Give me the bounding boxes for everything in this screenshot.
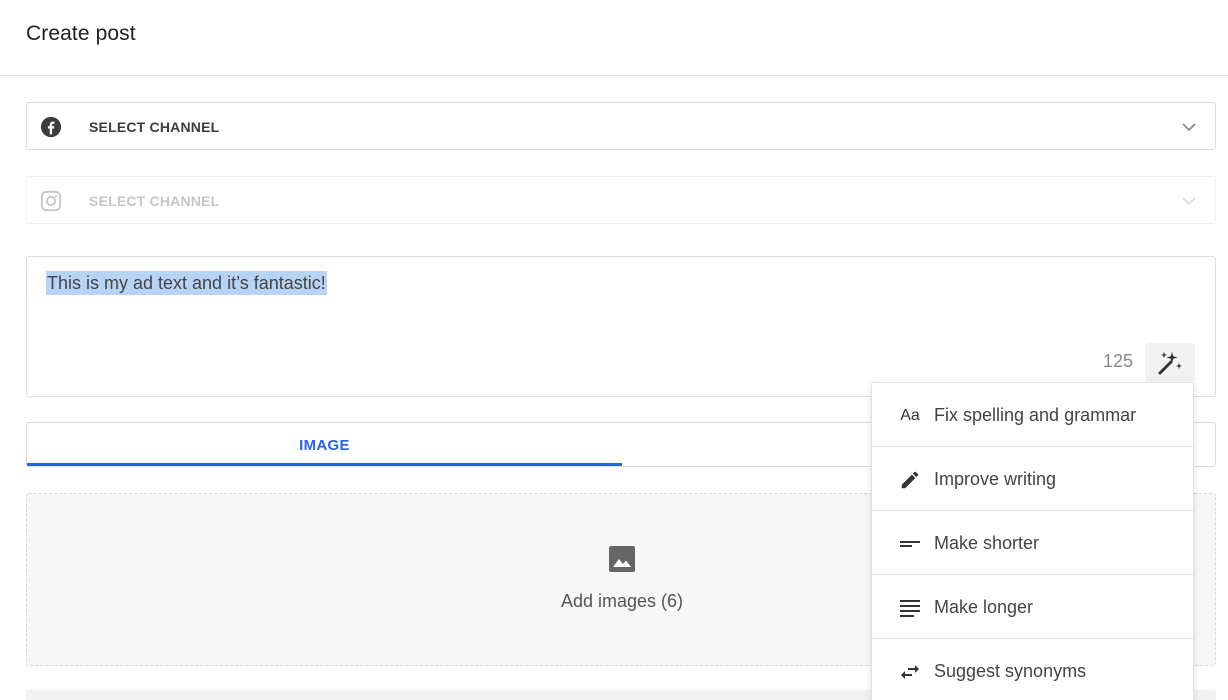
menu-item-label: Make shorter xyxy=(934,533,1040,553)
page-title: Create post xyxy=(26,22,136,45)
ad-text-selected[interactable]: This is my ad text and it’s fantastic! xyxy=(46,271,327,295)
chevron-down-icon xyxy=(1182,197,1196,206)
font-aa-glyph: Aa xyxy=(900,407,920,424)
menu-item-label: Fix spelling and grammar xyxy=(934,405,1137,425)
tab-image-label: IMAGE xyxy=(299,437,350,454)
long-text-icon xyxy=(898,596,922,620)
facebook-channel-label: SELECT CHANNEL xyxy=(89,119,220,135)
short-text-icon xyxy=(898,532,922,556)
menu-item-fix-spelling[interactable]: Aa Fix spelling and grammar xyxy=(872,383,1193,447)
instagram-channel-label: SELECT CHANNEL xyxy=(89,193,220,209)
swap-arrows-icon xyxy=(898,660,922,684)
menu-item-make-longer[interactable]: Make longer xyxy=(872,575,1193,639)
font-aa-icon: Aa xyxy=(898,404,922,428)
image-icon xyxy=(609,546,635,572)
chevron-down-icon xyxy=(1182,123,1196,132)
facebook-channel-select[interactable]: SELECT CHANNEL xyxy=(26,102,1216,150)
character-count: 125 xyxy=(1102,351,1133,371)
facebook-icon xyxy=(40,116,62,138)
tab-image[interactable]: IMAGE xyxy=(27,423,622,466)
menu-item-label: Improve writing xyxy=(934,469,1057,489)
instagram-channel-select: SELECT CHANNEL xyxy=(26,176,1216,224)
ai-assist-button[interactable] xyxy=(1145,343,1195,381)
menu-item-label: Suggest synonyms xyxy=(934,661,1087,681)
magic-wand-sparkles-icon xyxy=(1158,352,1182,375)
menu-item-label: Make longer xyxy=(934,597,1034,617)
page-header: Create post xyxy=(0,0,1228,76)
ad-text-editor[interactable]: This is my ad text and it’s fantastic! 1… xyxy=(26,256,1216,397)
ai-assist-menu: Aa Fix spelling and grammar Improve writ… xyxy=(871,382,1194,700)
create-post-page: Create post SELECT CHANNEL SELECT CHANNE… xyxy=(0,0,1228,700)
pencil-icon xyxy=(898,468,922,492)
menu-item-make-shorter[interactable]: Make shorter xyxy=(872,511,1193,575)
menu-item-improve-writing[interactable]: Improve writing xyxy=(872,447,1193,511)
instagram-icon xyxy=(40,190,62,212)
menu-item-suggest-synonyms[interactable]: Suggest synonyms xyxy=(872,639,1193,700)
